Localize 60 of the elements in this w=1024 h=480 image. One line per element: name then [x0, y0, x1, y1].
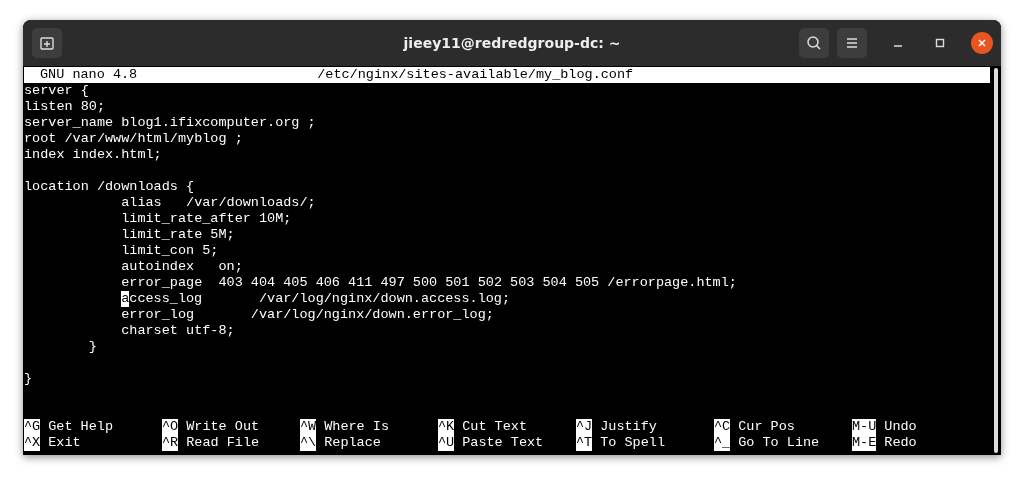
- shortcut-key: ^K: [438, 419, 455, 435]
- shortcut-key: M-E: [852, 435, 877, 451]
- code-line: limit_con 5;: [120, 243, 220, 259]
- shortcut-label: Cut Text: [462, 419, 527, 435]
- scrollbar[interactable]: [994, 68, 998, 453]
- shortcut-label: Redo: [884, 435, 917, 451]
- shortcut-label: Exit: [48, 435, 81, 451]
- close-button[interactable]: [971, 32, 993, 54]
- code-line: error_page 403 404 405 406 411 497 500 501 502 503 504 505 /errorpage.html;: [120, 275, 738, 291]
- code-line: ccess_log /var/log/nginx/down.access.log;: [129, 291, 511, 307]
- shortcut-label: Where Is: [324, 419, 389, 435]
- code-line: charset utf-8;: [120, 323, 236, 339]
- new-tab-button[interactable]: [32, 28, 62, 58]
- shortcut-key: M-U: [852, 419, 877, 435]
- shortcut-key: ^_: [714, 435, 731, 451]
- code-line: listen 80;: [24, 99, 106, 115]
- code-line: limit_rate 5M;: [120, 227, 236, 243]
- shortcut-label: Go To Line: [738, 435, 820, 451]
- shortcut-label: Get Help: [48, 419, 113, 435]
- search-icon: [806, 35, 822, 51]
- shortcut-key: ^\: [300, 435, 317, 451]
- file-name: /etc/nginx/sites-available/my_blog.conf: [317, 67, 634, 83]
- code-line: }: [87, 339, 98, 355]
- shortcut-key: ^G: [24, 419, 41, 435]
- shortcut-label: Undo: [884, 419, 917, 435]
- shortcut-label: To Spell: [600, 435, 665, 451]
- shortcut-label: Replace: [324, 435, 381, 451]
- minimize-icon: [893, 45, 903, 47]
- close-icon: [977, 38, 987, 48]
- shortcut-key: ^O: [162, 419, 179, 435]
- code-line: root /var/www/html/myblog ;: [24, 131, 244, 147]
- shortcut-key: ^U: [438, 435, 455, 451]
- code-line: alias /var/downloads/;: [120, 195, 317, 211]
- menu-icon: [845, 37, 859, 49]
- code-line: index index.html;: [24, 147, 163, 163]
- text-cursor: a: [121, 291, 130, 307]
- shortcut-key: ^X: [24, 435, 41, 451]
- code-line: location /downloads {: [24, 179, 196, 195]
- code-line: autoindex on;: [120, 259, 244, 275]
- shortcut-label: Write Out: [186, 419, 260, 435]
- maximize-icon: [935, 38, 945, 48]
- shortcut-label: Justify: [600, 419, 657, 435]
- shortcut-key: ^W: [300, 419, 317, 435]
- code-line: server_name blog1.ifixcomputer.org ;: [24, 115, 317, 131]
- search-button[interactable]: [799, 28, 829, 58]
- code-line: limit_rate_after 10M;: [120, 211, 293, 227]
- code-line: error_log /var/log/nginx/down.error_log;: [120, 307, 495, 323]
- new-tab-icon: [39, 35, 55, 51]
- shortcut-label: Paste Text: [462, 435, 544, 451]
- code-line: server {: [24, 83, 90, 99]
- nano-version: GNU nano 4.8: [40, 67, 138, 83]
- shortcut-label: Cur Pos: [738, 419, 795, 435]
- shortcut-key: ^J: [576, 419, 593, 435]
- code-line: }: [24, 371, 34, 387]
- shortcut-key: ^C: [714, 419, 731, 435]
- shortcut-key: ^R: [162, 435, 179, 451]
- shortcut-key: ^T: [576, 435, 593, 451]
- shortcut-label: Read File: [186, 435, 260, 451]
- window-title: jieey11@redredgroup-dc: ~: [403, 35, 621, 51]
- menu-button[interactable]: [837, 28, 867, 58]
